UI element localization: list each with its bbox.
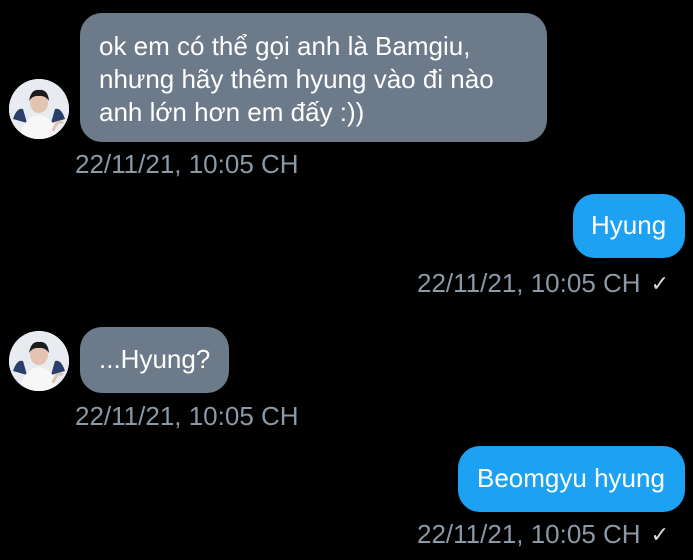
timestamp-text: 22/11/21, 10:05 CH xyxy=(417,268,641,298)
message-text-line: Hyung xyxy=(591,210,667,240)
message-text-line: ok em có thể gọi anh là Bamgiu, xyxy=(99,31,471,61)
timestamp-text: 22/11/21, 10:05 CH xyxy=(417,519,641,549)
checkmark-icon: ✓ xyxy=(650,522,670,547)
message-text-line: anh lớn hơn em đấy :)) xyxy=(99,97,365,127)
avatar[interactable] xyxy=(9,331,69,391)
message-timestamp: 22/11/21, 10:05 CH ✓ xyxy=(417,268,669,299)
message-text-line: Beomgyu hyung xyxy=(477,463,665,493)
message-bubble-outgoing[interactable]: Beomgyu hyung xyxy=(458,446,685,512)
avatar-icon xyxy=(9,331,69,391)
avatar-icon xyxy=(9,79,69,139)
message-text-line: nhưng hãy thêm hyung vào đi nào xyxy=(99,64,494,94)
message-timestamp: 22/11/21, 10:05 CH ✓ xyxy=(417,519,669,550)
avatar[interactable] xyxy=(9,79,69,139)
message-bubble-outgoing[interactable]: Hyung xyxy=(573,194,685,258)
checkmark-icon: ✓ xyxy=(650,271,670,296)
timestamp-text: 22/11/21, 10:05 CH xyxy=(75,149,299,179)
timestamp-text: 22/11/21, 10:05 CH xyxy=(75,401,299,431)
message-bubble-incoming[interactable]: ok em có thể gọi anh là Bamgiu, nhưng hã… xyxy=(80,13,547,142)
message-text-line: ...Hyung? xyxy=(99,344,211,374)
message-timestamp: 22/11/21, 10:05 CH xyxy=(75,401,299,432)
message-timestamp: 22/11/21, 10:05 CH xyxy=(75,149,299,180)
message-bubble-incoming[interactable]: ...Hyung? xyxy=(80,327,229,393)
